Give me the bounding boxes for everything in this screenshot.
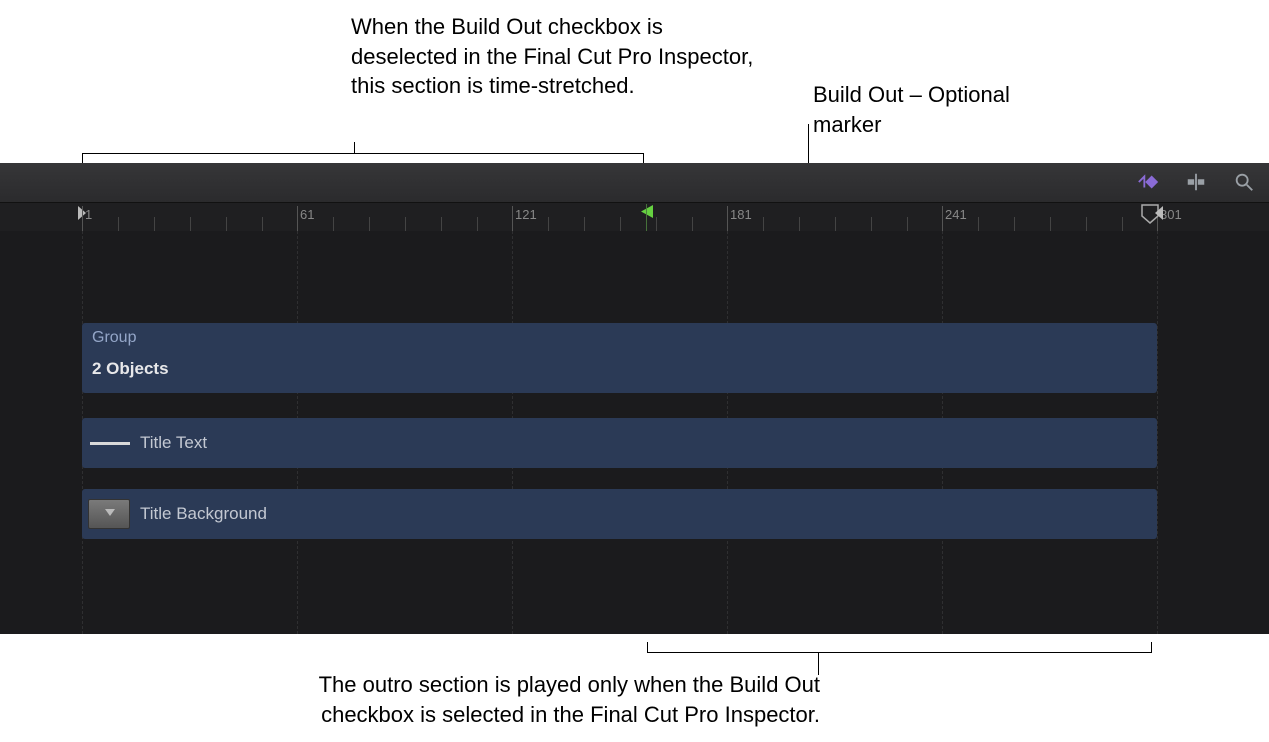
- keyframe-nav-icon[interactable]: [1137, 171, 1159, 193]
- snap-icon[interactable]: [1185, 171, 1207, 193]
- ruler-label: 121: [515, 207, 537, 222]
- out-point-handle[interactable]: [1153, 206, 1163, 225]
- zoom-icon[interactable]: [1233, 171, 1255, 193]
- callout-build-out-marker: Build Out – Optional marker: [813, 80, 1073, 139]
- callout-outro-section: The outro section is played only when th…: [300, 670, 820, 729]
- callout-leader: [818, 653, 819, 675]
- timeline-toolbar: [0, 163, 1269, 203]
- track-title-background[interactable]: Title Background: [82, 489, 1157, 539]
- track-label: Title Background: [140, 504, 267, 524]
- ruler-label: 181: [730, 207, 752, 222]
- timeline-ruler[interactable]: 1 61 121 181 241 301: [0, 203, 1269, 231]
- track-group-count: 2 Objects: [92, 359, 169, 379]
- title-background-thumb: [88, 499, 130, 529]
- ruler-label: 241: [945, 207, 967, 222]
- track-group[interactable]: Group 2 Objects: [82, 323, 1157, 393]
- title-text-thumb: [90, 442, 130, 445]
- ruler-label: 1: [85, 207, 92, 222]
- callout-bracket-bottom: [647, 643, 1152, 653]
- callout-time-stretched: When the Build Out checkbox is deselecte…: [351, 12, 771, 101]
- timeline-tracks-area[interactable]: Group 2 Objects Title Text Title Backgro…: [0, 231, 1269, 634]
- ruler-label: 301: [1160, 207, 1182, 222]
- timeline-panel: 1 61 121 181 241 301: [0, 163, 1269, 634]
- callout-leader: [354, 142, 355, 153]
- track-label: Title Text: [140, 433, 207, 453]
- track-title-text[interactable]: Title Text: [82, 418, 1157, 468]
- ruler-label: 61: [300, 207, 314, 222]
- build-out-optional-marker[interactable]: [640, 204, 654, 219]
- track-group-label: Group: [92, 329, 136, 347]
- callout-bracket-left: [82, 153, 644, 163]
